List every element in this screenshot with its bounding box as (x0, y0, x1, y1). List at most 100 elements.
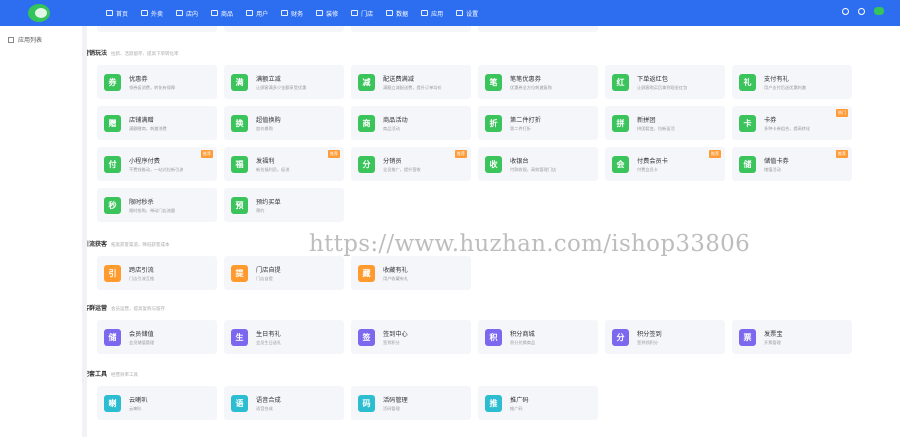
nav-item[interactable]: 装修 (316, 0, 338, 26)
app-text: 云喇叭 云喇叭 (129, 395, 148, 412)
main-nav: 首页 外卖 店内 商品 用户 财务 装修 门店 数据 应用 设置 (106, 0, 491, 26)
app-text: 第二件打折 第二件打折 (510, 115, 541, 132)
nav-item[interactable]: 外卖 (141, 0, 163, 26)
partial-card (351, 26, 471, 32)
app-card[interactable]: 码活码管理 活码管理 (351, 386, 471, 420)
section-subtitle: 经营效率工具 (111, 373, 139, 378)
app-card[interactable]: 礼支付有礼 用户支付后送优惠刺激 (732, 65, 852, 99)
app-card[interactable]: 分分销员 全员推广，提升营收 推荐 (351, 147, 471, 181)
nav-item[interactable]: 店内 (176, 0, 198, 26)
nav-label: 应用 (431, 10, 444, 18)
app-desc: 加价换购 (256, 125, 273, 131)
app-text: 签到中心 签到积分 (383, 329, 408, 346)
app-desc: 领券促消费，转化有保障 (129, 84, 176, 90)
nav-icon (246, 10, 254, 16)
nav-item[interactable]: 应用 (421, 0, 443, 26)
app-text: 店铺满赠 满额赠商，刺激消费 (129, 115, 167, 132)
app-card[interactable]: 红下单返红包 让顾客购买后拿到现金红包 (605, 65, 725, 99)
nav-item[interactable]: 首页 (106, 0, 128, 26)
app-card[interactable]: 商商品活动 商品活动 (351, 106, 471, 140)
app-card[interactable]: 生生日有礼 会员生日送礼 (224, 320, 344, 354)
app-icon: 引 (104, 264, 121, 282)
app-desc: 满额立减配送费，提升订单均价 (383, 84, 442, 90)
app-desc: 限时抢购，带动门店流量 (129, 207, 176, 213)
app-card[interactable]: 收收银台 付款收银，高效管理门店 (478, 147, 598, 181)
app-desc: 推广码 (510, 405, 523, 411)
app-text: 门店自提 门店自提 (256, 265, 281, 282)
app-card[interactable]: 提门店自提 门店自提 (224, 256, 344, 290)
app-card[interactable]: 秒限时秒杀 限时抢购，带动门店流量 (97, 188, 217, 222)
app-card[interactable]: 预预约买单 预约 (224, 188, 344, 222)
app-card[interactable]: 分积分签到 签到领积分 (605, 320, 725, 354)
sidebar-item-app-list[interactable]: 应用列表 (0, 26, 82, 44)
app-icon: 会 (612, 155, 629, 173)
app-icon: 积 (485, 328, 502, 346)
nav-item[interactable]: 设置 (456, 0, 478, 26)
app-text: 满额立减 让顾客满多少金额享受优惠 (256, 74, 306, 91)
app-icon: 提 (231, 264, 248, 282)
app-desc: 满额赠商，刺激消费 (129, 125, 167, 131)
app-card[interactable]: 付小程序付费 不费钱推动，一站式拉新引流 推荐 (97, 147, 217, 181)
app-name: 小程序付费 (129, 157, 160, 165)
app-icon: 推 (485, 394, 502, 412)
app-card[interactable]: 拼新拼团 拼团裂变，拉新促活 (605, 106, 725, 140)
app-card[interactable]: 语语音合成 语音合成 (224, 386, 344, 420)
app-card[interactable]: 储储值卡券 储值活动 推荐 (732, 147, 852, 181)
app-card[interactable]: 减配送费满减 满额立减配送费，提升订单均价 (351, 65, 471, 99)
app-name: 分销员 (383, 157, 402, 165)
app-card[interactable]: 会付费会员卡 付费会员卡 推荐 (605, 147, 725, 181)
nav-item[interactable]: 用户 (246, 0, 268, 26)
nav-item[interactable]: 数据 (386, 0, 408, 26)
app-name: 推广码 (510, 396, 529, 404)
app-name: 支付有礼 (764, 75, 789, 83)
app-name: 活码管理 (383, 396, 408, 404)
logo[interactable] (0, 0, 86, 26)
app-card[interactable]: 推推广码 推广码 (478, 386, 598, 420)
watermark: https://www.huzhan.com/ishop33806 (309, 231, 751, 257)
nav-item[interactable]: 门店 (351, 0, 373, 26)
app-icon: 折 (485, 114, 502, 132)
nav-icon (386, 10, 394, 16)
nav-item[interactable]: 财务 (281, 0, 303, 26)
app-icon: 秒 (104, 196, 121, 214)
app-card[interactable]: 福发福利 新拉福利员，促进 推荐 (224, 147, 344, 181)
app-card[interactable]: 赠店铺满赠 满额赠商，刺激消费 (97, 106, 217, 140)
app-desc: 用户收藏有礼 (383, 275, 409, 281)
app-desc: 商品活动 (383, 125, 400, 131)
app-desc: 语音合成 (256, 405, 273, 411)
app-card[interactable]: 卡卡券 多种卡券组合，提高转化 热门 (732, 106, 852, 140)
app-card[interactable]: 笔笔笔优惠券 优惠券全方位刺激复购 (478, 65, 598, 99)
app-name: 预约买单 (256, 198, 281, 206)
app-card[interactable]: 券优惠券 领券促消费，转化有保障 (97, 65, 217, 99)
app-text: 语音合成 语音合成 (256, 395, 281, 412)
app-card[interactable]: 引跨店引流 门店引流互推 (97, 256, 217, 290)
app-card[interactable]: 积积分商城 积分兑换商品 (478, 320, 598, 354)
app-icon: 分 (358, 155, 375, 173)
app-name: 下单返红包 (637, 75, 668, 83)
app-card[interactable]: 换超值换购 加价换购 (224, 106, 344, 140)
app-card[interactable]: 折第二件打折 第二件打折 (478, 106, 598, 140)
app-desc: 新拉福利员，促进 (256, 166, 290, 172)
app-desc: 门店引流互推 (129, 275, 155, 281)
app-icon: 储 (739, 155, 756, 173)
bell-icon[interactable] (858, 7, 865, 15)
app-desc: 会员生日送礼 (256, 339, 282, 345)
app-card[interactable]: 储会员储值 会员储值管理 (97, 320, 217, 354)
app-card[interactable]: 藏收藏有礼 用户收藏有礼 (351, 256, 471, 290)
app-card[interactable]: 签签到中心 签到积分 (351, 320, 471, 354)
app-text: 下单返红包 让顾客购买后拿到现金红包 (637, 74, 687, 91)
app-card[interactable]: 票发票宝 开票管理 (732, 320, 852, 354)
avatar[interactable] (874, 7, 884, 15)
app-desc: 门店自提 (256, 275, 273, 281)
nav-icon (421, 10, 429, 16)
app-card[interactable]: 喇云喇叭 云喇叭 (97, 386, 217, 420)
app-desc: 积分兑换商品 (510, 339, 536, 345)
section-subtitle: 拉新、活跃留存、提高下单转化率 (111, 52, 179, 57)
app-icon: 笔 (485, 73, 502, 91)
app-card[interactable]: 满满额立减 让顾客满多少金额享受优惠 (224, 65, 344, 99)
app-name: 云喇叭 (129, 396, 148, 404)
app-name: 卡券 (764, 116, 777, 124)
nav-item[interactable]: 商品 (211, 0, 233, 26)
search-icon[interactable] (842, 7, 849, 15)
app-text: 活码管理 活码管理 (383, 395, 408, 412)
